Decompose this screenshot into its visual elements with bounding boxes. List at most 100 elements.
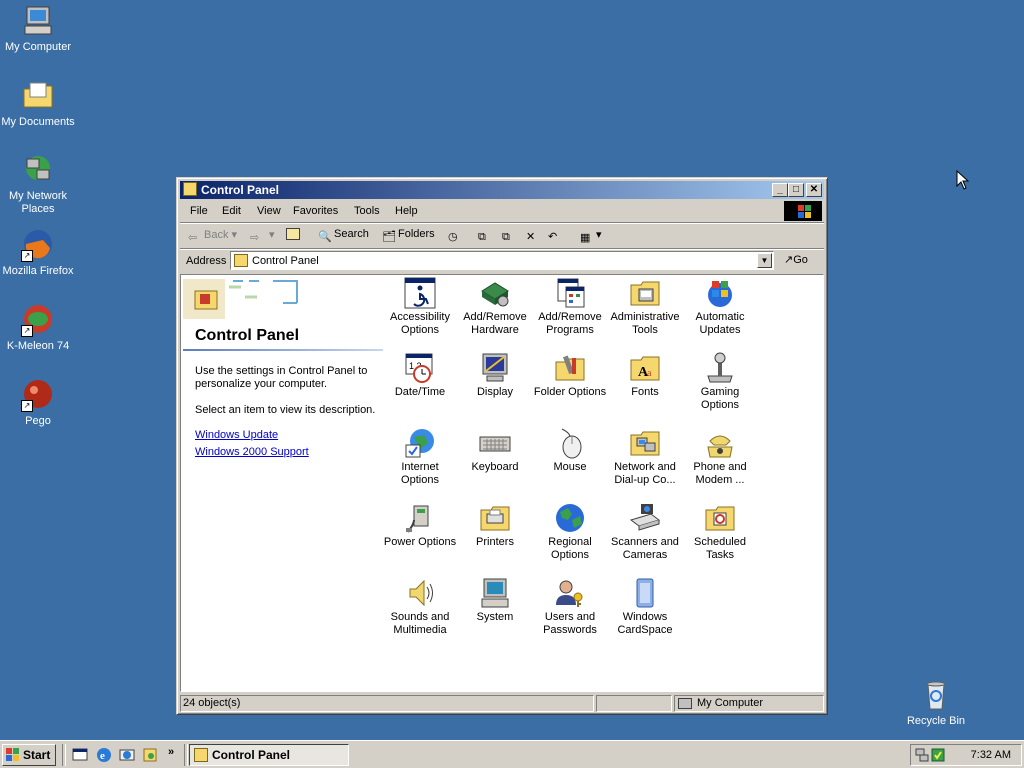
clock[interactable]: 7:32 AM xyxy=(971,749,1011,761)
taskbar-button-control-panel[interactable]: Control Panel xyxy=(189,744,349,766)
cp-item-administrative-tools[interactable]: Administrative Tools xyxy=(606,277,684,337)
undo-icon: ↶ xyxy=(548,231,558,243)
minimize-button[interactable]: _ xyxy=(772,183,788,197)
title-bar[interactable]: Control Panel _ □ ✕ xyxy=(180,181,824,199)
desktop-icon-my-documents[interactable]: My Documents xyxy=(0,79,76,129)
cp-item-date-time[interactable]: 1 2 Date/Time xyxy=(381,352,459,399)
cp-item-internet-options[interactable]: Internet Options xyxy=(381,427,459,487)
delete-button[interactable]: ✕ xyxy=(526,228,542,244)
menu-help[interactable]: Help xyxy=(395,205,418,217)
admin-tools-icon xyxy=(629,277,661,309)
cp-item-automatic-updates[interactable]: Automatic Updates xyxy=(681,277,759,337)
tray-app-icon[interactable] xyxy=(931,748,945,762)
taskbar: Start e » Control Panel 7:32 AM xyxy=(0,740,1024,768)
cp-item-network-dialup[interactable]: Network and Dial-up Co... xyxy=(606,427,684,487)
phone-icon xyxy=(704,427,736,459)
power-icon xyxy=(404,502,436,534)
window-title: Control Panel xyxy=(201,183,280,197)
menu-file[interactable]: File xyxy=(190,205,208,217)
sidebar-description: Use the settings in Control Panel to per… xyxy=(195,365,368,390)
cp-item-windows-cardspace[interactable]: Windows CardSpace xyxy=(606,577,684,637)
folders-icon: 🗂 xyxy=(382,231,396,243)
quick-launch-app-icon[interactable] xyxy=(142,747,158,763)
history-icon: ◷ xyxy=(448,231,458,243)
back-arrow-icon: ⇦ xyxy=(188,232,198,244)
views-button[interactable]: ▦ ▾ xyxy=(580,228,602,245)
shortcut-arrow-icon: ↗ xyxy=(21,325,33,337)
cp-item-accessibility-options[interactable]: Accessibility Options xyxy=(381,277,459,337)
up-folder-icon xyxy=(286,228,300,240)
menu-view[interactable]: View xyxy=(257,205,281,217)
users-icon xyxy=(554,577,586,609)
add-programs-icon xyxy=(554,277,586,309)
cp-item-fonts[interactable]: Aa Fonts xyxy=(606,352,684,399)
cp-item-sounds-multimedia[interactable]: Sounds and Multimedia xyxy=(381,577,459,637)
cp-item-display[interactable]: Display xyxy=(456,352,534,399)
mouse-cursor-icon xyxy=(956,170,970,190)
address-bar: Address Control Panel ▼ ↗Go xyxy=(180,250,824,272)
pego-icon: ↗ xyxy=(21,378,55,412)
printers-icon xyxy=(479,502,511,534)
web-view-sidebar: Control Panel Use the settings in Contro… xyxy=(183,277,383,691)
taskbar-divider xyxy=(62,744,66,766)
cp-item-regional-options[interactable]: Regional Options xyxy=(531,502,609,562)
network-tray-icon[interactable] xyxy=(915,748,929,762)
my-computer-icon xyxy=(21,4,55,38)
display-icon xyxy=(479,352,511,384)
link-windows-2000-support[interactable]: Windows 2000 Support xyxy=(195,446,309,458)
link-windows-update[interactable]: Windows Update xyxy=(195,429,278,441)
cp-item-gaming-options[interactable]: Gaming Options xyxy=(681,352,759,412)
address-dropdown-button[interactable]: ▼ xyxy=(757,253,772,268)
address-input[interactable]: Control Panel ▼ xyxy=(230,251,774,270)
desktop-icon-firefox[interactable]: ↗ Mozilla Firefox xyxy=(0,228,76,278)
cp-item-users-passwords[interactable]: Users and Passwords xyxy=(531,577,609,637)
control-panel-window: Control Panel _ □ ✕ File Edit View Favor… xyxy=(176,177,828,715)
cp-item-scanners-cameras[interactable]: Scanners and Cameras xyxy=(606,502,684,562)
history-button[interactable]: ◷ xyxy=(448,228,464,244)
close-button[interactable]: ✕ xyxy=(806,183,822,197)
globe-icon xyxy=(554,502,586,534)
gaming-icon xyxy=(704,352,736,384)
cp-item-power-options[interactable]: Power Options xyxy=(381,502,459,549)
copy-to-button[interactable]: ⧉ xyxy=(502,228,518,245)
cp-item-scheduled-tasks[interactable]: Scheduled Tasks xyxy=(681,502,759,562)
cp-item-add-remove-hardware[interactable]: Add/Remove Hardware xyxy=(456,277,534,337)
desktop-icon-recycle-bin[interactable]: Recycle Bin xyxy=(898,678,974,728)
search-button[interactable]: 🔍 Search xyxy=(318,228,369,244)
menu-edit[interactable]: Edit xyxy=(222,205,241,217)
start-button[interactable]: Start xyxy=(2,744,56,766)
desktop-icon-k-meleon[interactable]: ↗ K-Meleon 74 xyxy=(0,303,76,353)
cp-item-keyboard[interactable]: Keyboard xyxy=(456,427,534,474)
cp-item-add-remove-programs[interactable]: Add/Remove Programs xyxy=(531,277,609,337)
internet-explorer-icon[interactable]: e xyxy=(96,747,112,763)
menu-favorites[interactable]: Favorites xyxy=(293,205,338,217)
menu-tools[interactable]: Tools xyxy=(354,205,380,217)
status-bar: 24 object(s) My Computer xyxy=(180,694,824,712)
quick-launch-chevron-icon[interactable]: » xyxy=(168,746,174,758)
back-button[interactable]: ⇦ Back ▾ xyxy=(188,228,237,245)
cp-item-phone-modem[interactable]: Phone and Modem ... xyxy=(681,427,759,487)
copy-to-icon: ⧉ xyxy=(502,231,510,243)
folders-button[interactable]: 🗂 Folders xyxy=(382,228,435,244)
undo-button[interactable]: ↶ xyxy=(548,228,564,244)
move-to-icon: ⧉ xyxy=(478,231,486,243)
forward-button[interactable]: ⇨ ▾ xyxy=(250,228,275,245)
go-button[interactable]: ↗Go xyxy=(784,253,808,266)
maximize-button[interactable]: □ xyxy=(788,183,804,197)
scanner-icon xyxy=(629,502,661,534)
cp-item-folder-options[interactable]: Folder Options xyxy=(531,352,609,399)
desktop-icon-network-places[interactable]: My Network Places xyxy=(0,153,76,216)
move-to-button[interactable]: ⧉ xyxy=(478,228,494,245)
shortcut-arrow-icon: ↗ xyxy=(21,250,33,262)
cp-item-mouse[interactable]: Mouse xyxy=(531,427,609,474)
show-desktop-icon[interactable] xyxy=(72,747,88,763)
up-folder-button[interactable] xyxy=(286,228,302,240)
outlook-express-icon[interactable] xyxy=(119,747,135,763)
desktop-icon-pego[interactable]: ↗ Pego xyxy=(0,378,76,428)
cp-item-printers[interactable]: Printers xyxy=(456,502,534,549)
network-icon xyxy=(629,427,661,459)
cp-item-system[interactable]: System xyxy=(456,577,534,624)
desktop-icon-my-computer[interactable]: My Computer xyxy=(0,4,76,54)
address-value: Control Panel xyxy=(252,255,319,267)
add-hardware-icon xyxy=(479,277,511,309)
